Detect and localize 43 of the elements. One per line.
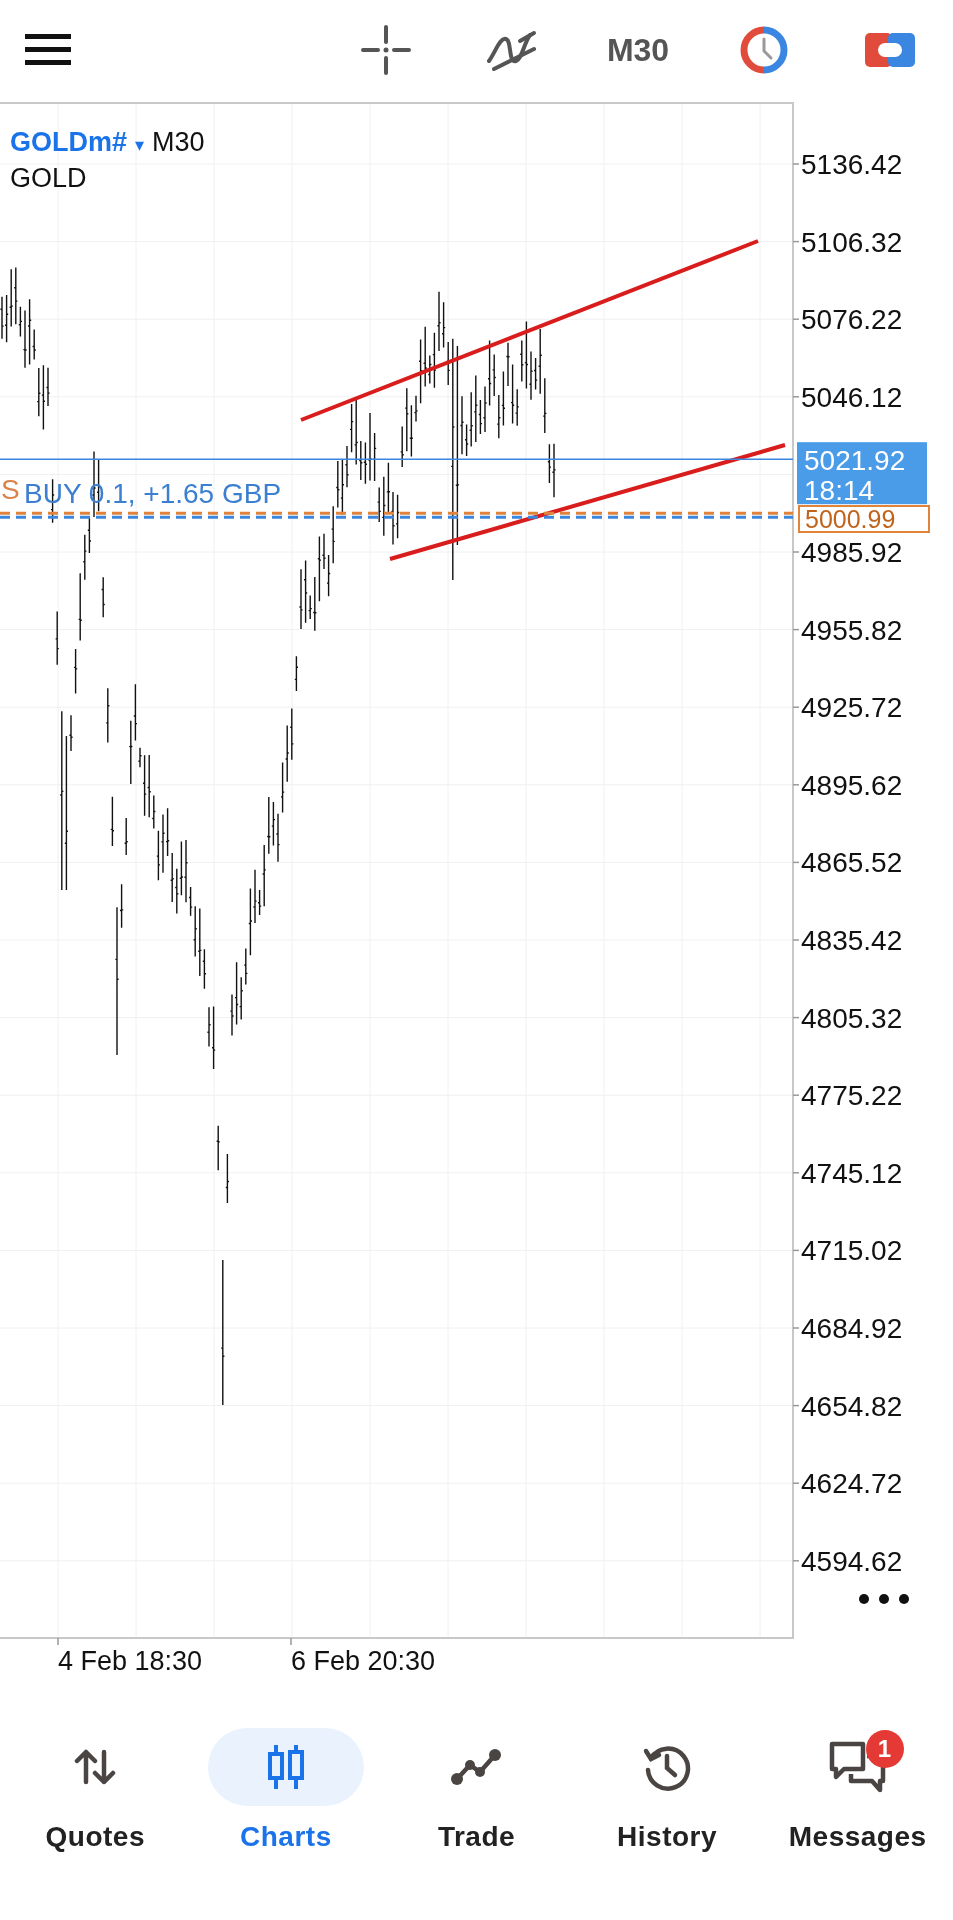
- price-axis-label: 4715.02: [801, 1235, 903, 1267]
- price-axis-label: 4895.62: [801, 769, 903, 801]
- menu-icon: [25, 34, 71, 66]
- quotes-arrows-icon: [74, 1748, 117, 1786]
- price-axis-label: 4925.72: [801, 692, 903, 724]
- nav-tab[interactable]: Quotes: [0, 1728, 191, 1858]
- timeframe-button[interactable]: M30: [606, 26, 670, 74]
- more-icon[interactable]: [859, 1594, 909, 1604]
- price-axis-label: 5136.42: [801, 149, 903, 180]
- open-price-tag: 5000.99: [798, 505, 930, 533]
- time-axis-label: 6 Feb 20:30: [291, 1646, 436, 1676]
- price-axis-label: 5076.22: [801, 304, 903, 336]
- price-axis-label: 4684.92: [801, 1313, 903, 1344]
- current-price-label: 5021.92: [804, 445, 906, 477]
- time-axis-label: 4 Feb 18:30: [58, 1646, 203, 1676]
- nav-tab[interactable]: History: [571, 1728, 763, 1858]
- price-axis-label: 5106.32: [801, 226, 903, 258]
- symbol-description: GOLD: [10, 163, 87, 193]
- clock-ring-icon: [740, 26, 788, 74]
- trend-line[interactable]: [300, 239, 759, 422]
- price-axis-label: 4865.52: [801, 847, 903, 879]
- price-axis-label: 4624.72: [801, 1468, 903, 1500]
- price-axis-label: 4835.42: [801, 925, 903, 956]
- nav-tab[interactable]: 1 Messages: [762, 1728, 953, 1858]
- nav-tab[interactable]: Trade: [381, 1728, 572, 1858]
- candlestick-icon: [265, 1745, 306, 1789]
- toggle-icon: [865, 31, 915, 69]
- bar-countdown-label: 18:14: [804, 475, 875, 507]
- price-axis-label: 4985.92: [801, 537, 903, 568]
- crosshair-icon: [361, 25, 411, 75]
- price-axis-label: 4594.62: [801, 1545, 903, 1577]
- price-axis-label: 4805.32: [801, 1002, 903, 1034]
- symbol-selector[interactable]: GOLDm# ▾ M30: [10, 127, 205, 157]
- price-axis-label: 4775.22: [801, 1080, 903, 1112]
- trend-line[interactable]: [389, 443, 786, 561]
- line-chart-icon: [450, 1748, 503, 1786]
- price-axis-label: 4955.82: [801, 614, 903, 646]
- price-axis-label: 5046.12: [801, 381, 903, 413]
- unread-badge: 1: [865, 1730, 904, 1768]
- order-marker-label: S: [1, 474, 20, 506]
- price-axis-label: 4654.82: [801, 1390, 903, 1422]
- price-axis-label: 4745.12: [801, 1157, 903, 1189]
- nav-tab[interactable]: Charts: [190, 1728, 382, 1858]
